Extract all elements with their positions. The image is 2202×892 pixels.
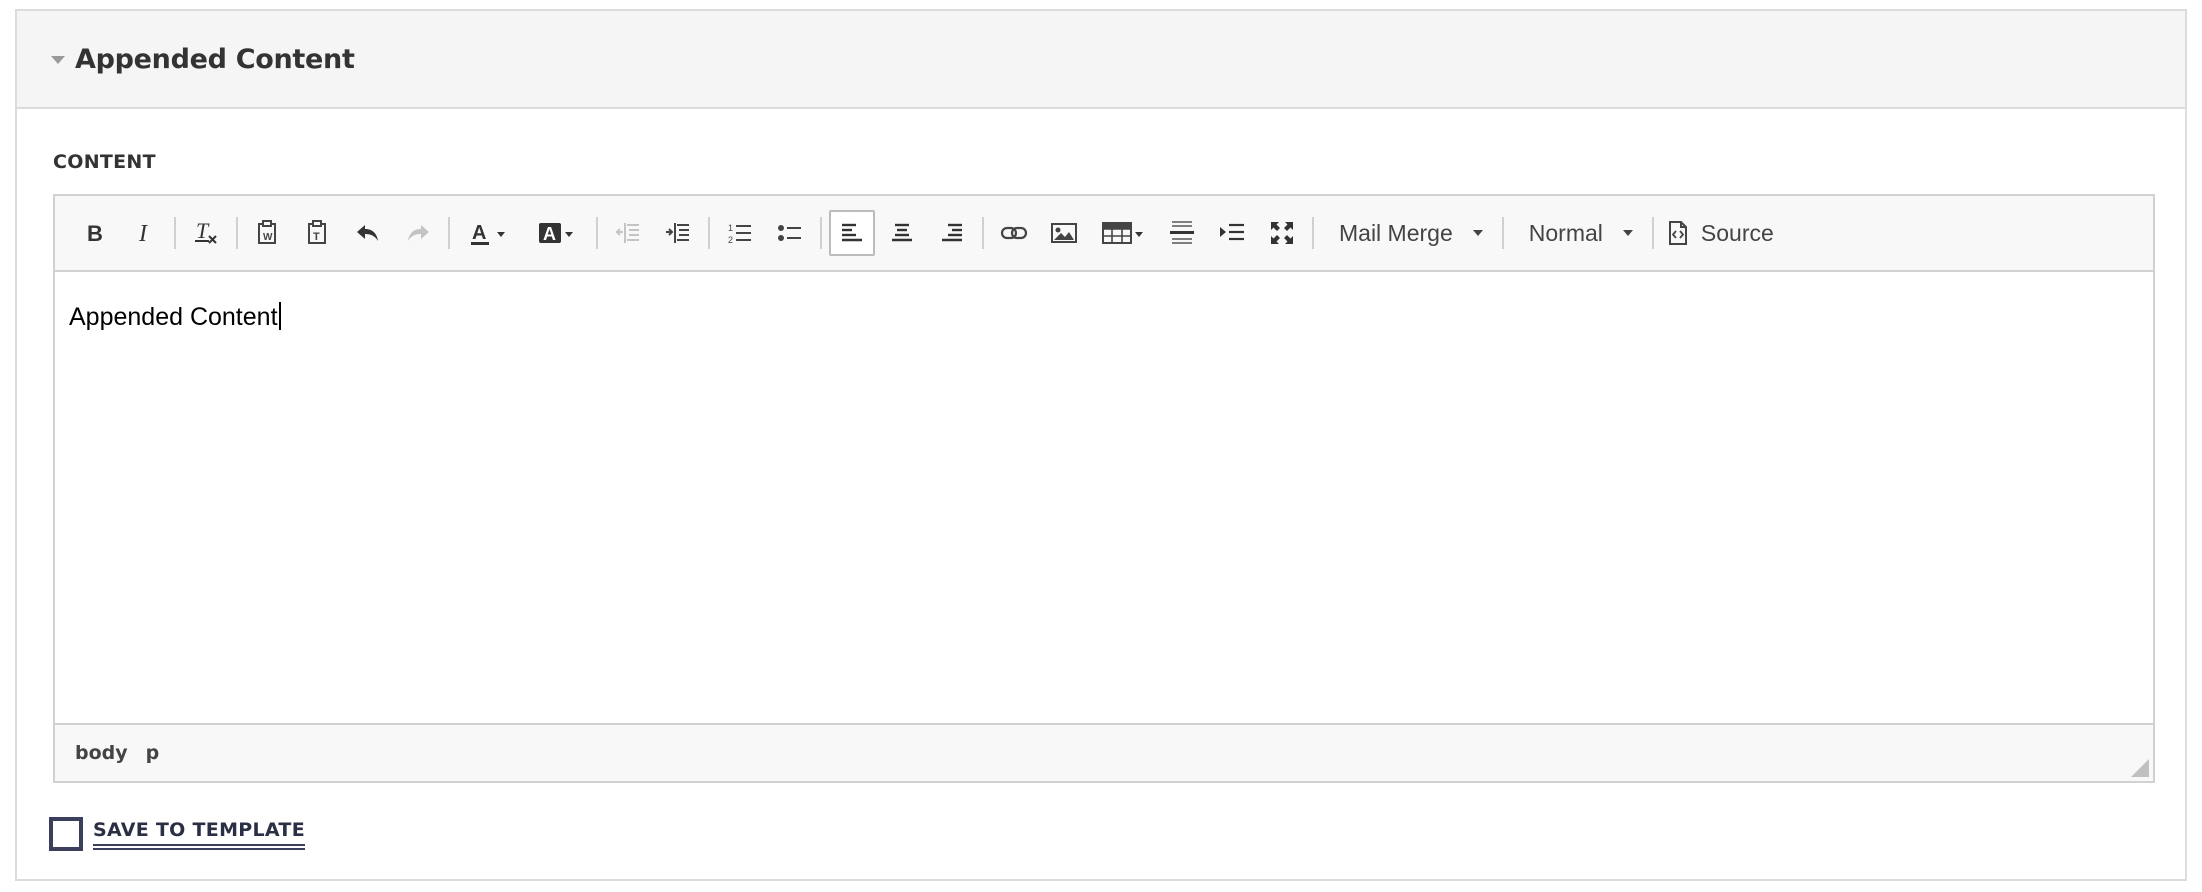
bold-button[interactable]: B [71,210,117,256]
toolbar-separator [1651,217,1654,249]
editor-toolbar: B I T W T A A 1 2 Mail Merge Normal Sour… [55,196,2153,272]
format-label: Normal [1528,219,1603,246]
toolbar-separator [596,217,598,249]
redo-button[interactable] [395,210,441,256]
italic-icon: I [138,221,148,245]
svg-text:I: I [138,221,148,245]
source-icon [1668,221,1687,245]
paste-from-word-icon: W [258,220,276,244]
paste-text-button[interactable]: T [295,210,341,256]
svg-text:T: T [313,231,320,243]
svg-text:T: T [196,220,210,243]
show-blocks-button[interactable] [1209,210,1255,256]
svg-text:B: B [87,221,103,245]
bulleted-list-button[interactable] [767,210,813,256]
text-cursor [278,302,281,330]
panel-title: Appended Content [75,43,355,75]
bold-icon: B [87,221,103,245]
path-item-body[interactable]: body [75,742,128,764]
svg-text:A: A [472,222,486,244]
bulleted-list-icon [778,225,801,241]
format-dropdown[interactable]: Normal [1509,210,1647,256]
text-color-icon: A [471,222,505,245]
remove-format-icon: T [195,220,217,244]
collapse-caret-icon[interactable] [51,56,65,64]
mail-merge-label: Mail Merge [1339,219,1453,246]
numbered-list-icon: 12 [728,223,751,245]
appended-content-panel: Appended Content CONTENT B I T W T A A 1… [15,9,2187,881]
editor-paragraph: Appended Content [69,303,278,331]
toolbar-separator [236,217,238,249]
numbered-list-button[interactable]: 12 [717,210,763,256]
source-label: Source [1700,219,1774,246]
toolbar-separator [448,217,450,249]
maximize-button[interactable] [1259,210,1305,256]
align-right-button[interactable] [929,210,975,256]
align-center-button[interactable] [879,210,925,256]
table-icon [1102,222,1143,244]
editor-content-area[interactable]: Appended Content [55,272,2153,723]
path-item-p[interactable]: p [146,742,160,764]
undo-icon [357,225,378,241]
resize-grip-icon[interactable] [2131,759,2149,777]
save-to-template-checkbox[interactable] [49,817,83,851]
background-color-icon: A [539,223,573,244]
outdent-icon [615,223,639,243]
toolbar-separator [174,217,176,249]
indent-button[interactable] [655,210,701,256]
toolbar-separator [820,217,822,249]
element-path-bar: body p [55,723,2153,781]
paste-text-icon: T [308,220,326,244]
mail-merge-dropdown[interactable]: Mail Merge [1319,210,1497,256]
image-button[interactable] [1041,210,1087,256]
svg-text:2: 2 [728,235,733,245]
toolbar-separator [982,217,984,249]
italic-button[interactable]: I [121,210,167,256]
toolbar-separator [708,217,710,249]
undo-button[interactable] [345,210,391,256]
paste-from-word-button[interactable]: W [245,210,291,256]
toolbar-separator [1312,217,1314,249]
horizontal-line-icon [1170,221,1194,244]
link-button[interactable] [991,210,1037,256]
chevron-down-icon [1622,230,1633,236]
svg-text:W: W [263,232,273,243]
align-left-button[interactable] [829,210,875,256]
toolbar-separator [1501,217,1504,249]
table-button[interactable] [1091,210,1155,256]
chevron-down-icon [1472,230,1483,236]
align-right-icon [942,223,962,242]
align-center-icon [892,223,912,242]
svg-text:A: A [543,224,556,244]
redo-icon [408,225,429,241]
remove-format-button[interactable]: T [183,210,229,256]
svg-text:1: 1 [728,223,733,233]
source-button[interactable]: Source [1659,210,1782,256]
outdent-button[interactable] [605,210,651,256]
image-icon [1051,223,1077,243]
save-to-template-row[interactable]: SAVE TO TEMPLATE [49,817,305,851]
maximize-icon [1271,222,1293,244]
link-icon [1000,226,1028,240]
horizontal-line-button[interactable] [1159,210,1205,256]
show-blocks-icon [1220,223,1244,241]
content-field-label: CONTENT [53,151,156,173]
align-left-icon [842,223,862,242]
panel-header[interactable]: Appended Content [17,11,2185,109]
rich-text-editor: B I T W T A A 1 2 Mail Merge Normal Sour… [53,194,2155,783]
save-to-template-label[interactable]: SAVE TO TEMPLATE [93,819,305,850]
background-color-button[interactable]: A [525,210,589,256]
text-color-button[interactable]: A [457,210,521,256]
indent-icon [666,223,689,243]
